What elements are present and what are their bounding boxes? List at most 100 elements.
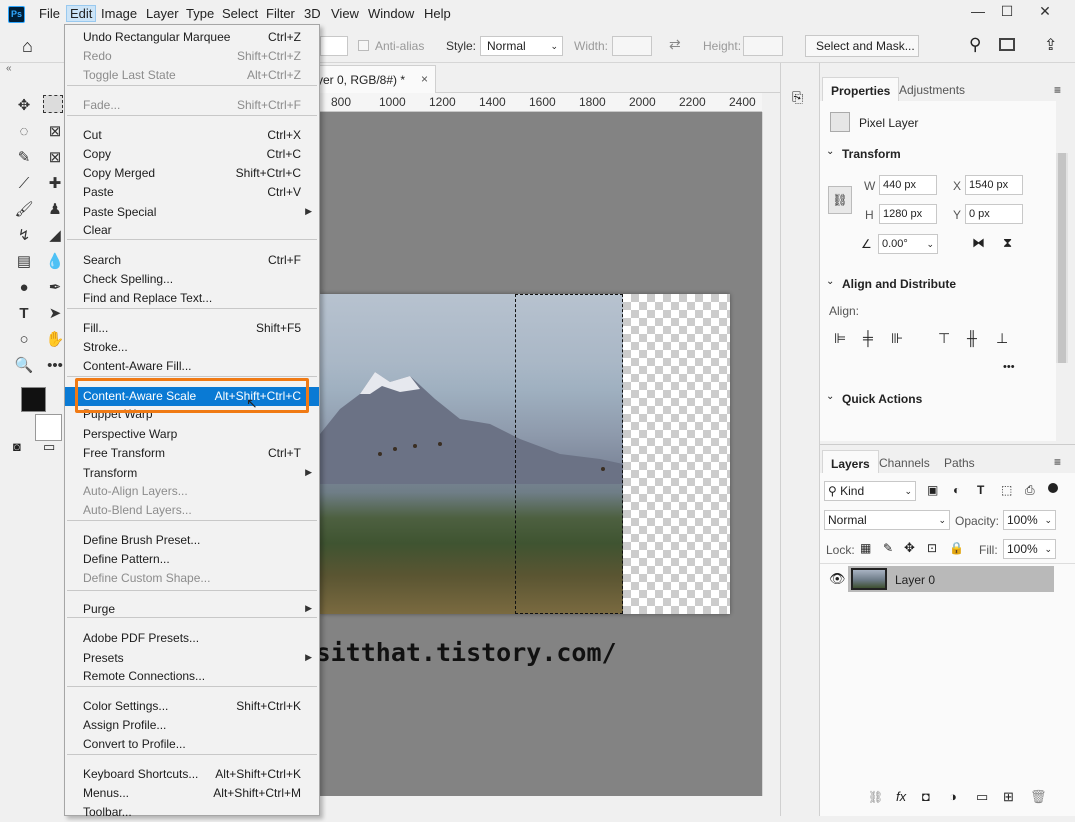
filter-type-icon[interactable]: T <box>977 483 984 497</box>
hand-tool-icon[interactable]: ✋ <box>44 329 66 351</box>
menu-item-copy[interactable]: Copy Ctrl+C <box>65 145 319 164</box>
menu-item-purge[interactable]: Purge ▶ <box>65 600 319 619</box>
menu-item-adobe-pdf-presets[interactable]: Adobe PDF Presets... <box>65 629 319 648</box>
menu-item-copy-merged[interactable]: Copy Merged Shift+Ctrl+C <box>65 164 319 183</box>
lock-artboard-icon[interactable]: ⊡ <box>927 541 937 555</box>
menu-item-remote-connections[interactable]: Remote Connections... <box>65 667 319 686</box>
layer-name[interactable]: Layer 0 <box>895 573 935 587</box>
lock-position-icon[interactable]: ✥ <box>904 540 915 556</box>
ellipse-tool-icon[interactable]: ○ <box>13 329 35 351</box>
blend-mode-select[interactable]: Normal ⌄ <box>824 510 950 530</box>
visibility-eye-icon[interactable]: 👁 <box>829 571 846 587</box>
eyedropper-tool-icon[interactable]: ⟋ <box>13 173 35 195</box>
filter-adjustment-icon[interactable]: ◐ <box>953 483 960 497</box>
swap-icon[interactable]: ⇄ <box>669 36 681 53</box>
close-tab-icon[interactable]: × <box>421 72 428 86</box>
foreground-color-swatch[interactable] <box>21 387 46 412</box>
flip-horizontal-icon[interactable]: ⧓ <box>972 235 985 251</box>
link-icon[interactable]: ⛓ <box>828 186 852 214</box>
menu-item-check-spelling[interactable]: Check Spelling... <box>65 270 319 289</box>
add-mask-icon[interactable]: ◘ <box>922 789 930 804</box>
menu-layer[interactable]: Layer <box>146 6 179 21</box>
path-select-icon[interactable]: ➤ <box>44 303 66 325</box>
link-layers-icon[interactable]: ⛓ <box>868 790 883 804</box>
menu-item-content-aware-fill[interactable]: Content-Aware Fill... <box>65 357 319 376</box>
menu-item-presets[interactable]: Presets ▶ <box>65 649 319 668</box>
menu-item-define-brush-preset[interactable]: Define Brush Preset... <box>65 531 319 550</box>
align-middle-icon[interactable]: ╫ <box>967 330 977 346</box>
workspace-icon[interactable] <box>999 38 1015 51</box>
feather-field[interactable] <box>320 36 348 56</box>
lock-pixels-icon[interactable]: ✎ <box>883 541 893 555</box>
menu-item-fade[interactable]: Fade... Shift+Ctrl+F <box>65 96 319 115</box>
menu-item-auto-blend-layers[interactable]: Auto-Blend Layers... <box>65 501 319 520</box>
move-tool-icon[interactable]: ✥ <box>13 95 35 117</box>
trash-icon[interactable]: 🗑 <box>1030 789 1047 805</box>
angle-input[interactable]: 0.00° ⌄ <box>878 234 938 254</box>
vertical-scrollbar[interactable] <box>762 112 779 796</box>
layer-row[interactable]: Layer 0 <box>848 566 1054 592</box>
menu-item-define-custom-shape[interactable]: Define Custom Shape... <box>65 569 319 588</box>
opacity-input[interactable]: 100% ⌄ <box>1003 510 1056 530</box>
menu-item-transform[interactable]: Transform ▶ <box>65 464 319 483</box>
menu-view[interactable]: View <box>331 6 359 21</box>
panel-menu-icon[interactable]: ≡ <box>1054 83 1061 97</box>
menu-item-keyboard-shortcuts[interactable]: Keyboard Shortcuts... Alt+Shift+Ctrl+K <box>65 765 319 784</box>
brush-tool-icon[interactable]: 🖌 <box>13 199 35 221</box>
chevron-down-icon[interactable]: ⌄ <box>826 391 834 402</box>
menu-filter[interactable]: Filter <box>266 6 295 21</box>
zoom-tool-icon[interactable]: 🔍 <box>13 355 35 377</box>
close-window-button[interactable]: ✕ <box>1031 3 1059 20</box>
lasso-tool-icon[interactable]: ◌ <box>13 121 35 143</box>
marquee-tool-icon[interactable] <box>43 95 63 113</box>
crop-tool-icon[interactable]: ⊠ <box>44 121 66 143</box>
filter-shape-icon[interactable]: ⬚ <box>1001 483 1012 497</box>
history-brush-icon[interactable]: ↯ <box>13 225 35 247</box>
align-left-icon[interactable]: ⊫ <box>834 330 846 347</box>
y-input[interactable]: 0 px <box>965 204 1023 224</box>
gradient-tool-icon[interactable]: ▤ <box>13 251 35 273</box>
history-panel-icon[interactable]: ⎘ <box>792 89 803 106</box>
adjustment-layer-icon[interactable]: ◑ <box>949 789 957 804</box>
menu-item-clear[interactable]: Clear <box>65 221 319 240</box>
width-field[interactable] <box>612 36 652 56</box>
collapse-icon[interactable]: « <box>6 63 12 74</box>
menu-help[interactable]: Help <box>424 6 451 21</box>
menu-file[interactable]: File <box>39 6 60 21</box>
more-options-icon[interactable]: ••• <box>1003 361 1015 373</box>
menu-item-define-pattern[interactable]: Define Pattern... <box>65 550 319 569</box>
group-folder-icon[interactable]: ▭ <box>976 789 988 805</box>
menu-window[interactable]: Window <box>368 6 414 21</box>
menu-3d[interactable]: 3D <box>304 6 321 21</box>
stamp-tool-icon[interactable]: ♟ <box>44 199 66 221</box>
maximize-button[interactable]: ☐ <box>993 3 1021 20</box>
menu-item-toolbar[interactable]: Toolbar... <box>65 803 319 822</box>
select-and-mask-button[interactable]: Select and Mask... <box>805 35 919 57</box>
menu-image[interactable]: Image <box>101 6 137 21</box>
menu-item-paste[interactable]: Paste Ctrl+V <box>65 183 319 202</box>
menu-item-color-settings[interactable]: Color Settings... Shift+Ctrl+K <box>65 697 319 716</box>
more-tools-icon[interactable]: ••• <box>44 355 66 377</box>
filter-kind-select[interactable]: ⚲ Kind ⌄ <box>824 481 916 501</box>
menu-item-search[interactable]: Search Ctrl+F <box>65 251 319 270</box>
menu-item-menus[interactable]: Menus... Alt+Shift+Ctrl+M <box>65 784 319 803</box>
align-bottom-icon[interactable]: ⊥ <box>996 330 1008 347</box>
menu-item-perspective-warp[interactable]: Perspective Warp <box>65 425 319 444</box>
align-top-icon[interactable]: ⊤ <box>938 330 950 347</box>
pen-tool-icon[interactable]: ✒ <box>44 277 66 299</box>
flip-vertical-icon[interactable]: ⧗ <box>1003 235 1012 251</box>
align-right-icon[interactable]: ⊪ <box>891 330 903 347</box>
menu-edit[interactable]: Edit <box>66 5 97 22</box>
type-tool-icon[interactable]: T <box>13 303 35 325</box>
filter-smart-object-icon[interactable]: ⎙ <box>1025 483 1035 498</box>
align-center-icon[interactable]: ╪ <box>863 330 873 346</box>
home-icon[interactable]: ⌂ <box>22 36 33 57</box>
share-icon[interactable]: ⇪ <box>1044 35 1057 55</box>
menu-item-auto-align-layers[interactable]: Auto-Align Layers... <box>65 482 319 501</box>
menu-item-free-transform[interactable]: Free Transform Ctrl+T <box>65 444 319 463</box>
new-layer-icon[interactable]: ⊞ <box>1003 789 1014 805</box>
menu-select[interactable]: Select <box>222 6 258 21</box>
antialias-checkbox[interactable] <box>358 40 369 51</box>
menu-item-redo[interactable]: Redo Shift+Ctrl+Z <box>65 47 319 66</box>
screen-mode-icon[interactable]: ▭ <box>43 439 55 455</box>
